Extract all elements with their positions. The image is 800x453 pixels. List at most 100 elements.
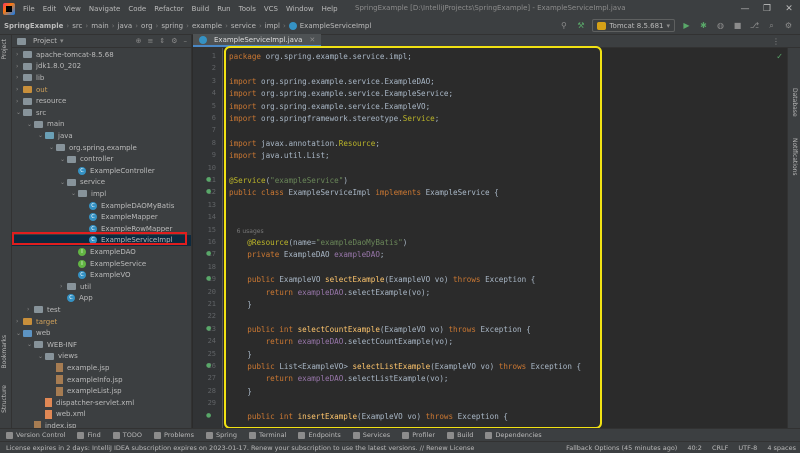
tree-item[interactable]: ⌄ web	[12, 327, 191, 339]
menu-item-navigate[interactable]: Navigate	[89, 5, 120, 13]
menu-item-edit[interactable]: Edit	[43, 5, 57, 13]
tree-item[interactable]: index.jsp	[12, 420, 191, 428]
breadcrumb-item[interactable]: service	[231, 22, 256, 30]
collapsed-arrow-icon[interactable]: ›	[16, 51, 23, 58]
structure-tool-tab[interactable]: Structure	[1, 385, 8, 413]
tree-item[interactable]: I ExampleDAO	[12, 246, 191, 258]
gutter-bean-icon[interactable]: ●	[206, 412, 211, 419]
tree-item[interactable]: example.jsp	[12, 362, 191, 374]
expanded-arrow-icon[interactable]: ⌄	[38, 132, 45, 139]
tool-window-build[interactable]: Build	[447, 431, 473, 439]
tree-item[interactable]: exampleInfo.jsp	[12, 374, 191, 386]
run-config-selector[interactable]: Tomcat 8.5.681 ▾	[592, 19, 675, 32]
menu-item-window[interactable]: Window	[286, 5, 314, 13]
file-encoding[interactable]: UTF-8	[738, 444, 757, 452]
tree-item[interactable]: › util	[12, 281, 191, 293]
bookmarks-tool-tab[interactable]: Bookmarks	[1, 335, 8, 369]
breadcrumb-item[interactable]: org	[141, 22, 152, 30]
tree-item[interactable]: ⌄ org.spring.example	[12, 142, 191, 154]
database-tool-tab[interactable]: Database	[791, 88, 798, 117]
search-icon[interactable]: ⌕	[766, 20, 777, 31]
breadcrumb-item[interactable]: ExampleServiceImpl	[300, 22, 372, 30]
collapsed-arrow-icon[interactable]: ›	[16, 98, 23, 105]
breadcrumb-item[interactable]: java	[118, 22, 133, 30]
tree-item[interactable]: ⌄ controller	[12, 153, 191, 165]
more-tabs-icon[interactable]: ⋮	[772, 37, 780, 46]
tree-item[interactable]: dispatcher-servlet.xml	[12, 397, 191, 409]
indent-setting[interactable]: 4 spaces	[767, 444, 796, 452]
breadcrumb-item[interactable]: spring	[161, 22, 183, 30]
gutter-bean-icon[interactable]: ●	[206, 325, 211, 332]
expand-icon[interactable]: ⇕	[159, 37, 165, 45]
gutter-bean-icon[interactable]: ●	[206, 176, 211, 183]
expanded-arrow-icon[interactable]: ⌄	[71, 190, 78, 197]
maximize-button[interactable]: ❐	[756, 0, 778, 17]
tree-item[interactable]: ⌄ impl	[12, 188, 191, 200]
tree-item[interactable]: › out	[12, 84, 191, 96]
tree-item[interactable]: ⌄ views	[12, 351, 191, 363]
menu-item-code[interactable]: Code	[128, 5, 146, 13]
menu-item-view[interactable]: View	[64, 5, 81, 13]
notifications-tool-tab[interactable]: Notifications	[791, 138, 798, 176]
tool-window-find[interactable]: Find	[77, 431, 101, 439]
tree-item[interactable]: C ExampleMapper	[12, 211, 191, 223]
add-user-icon[interactable]: ⚲	[558, 20, 569, 31]
breadcrumb-item[interactable]: example	[192, 22, 222, 30]
stop-icon[interactable]: ■	[732, 20, 743, 31]
coverage-icon[interactable]: ◍	[715, 20, 726, 31]
tree-item[interactable]: ⌄ main	[12, 119, 191, 131]
expanded-arrow-icon[interactable]: ⌄	[27, 341, 34, 348]
gutter-bean-icon[interactable]: ●	[206, 275, 211, 282]
menu-item-help[interactable]: Help	[322, 5, 338, 13]
build-hammer-icon[interactable]: ⚒	[575, 20, 586, 31]
minimize-button[interactable]: —	[734, 0, 756, 17]
tree-item[interactable]: C ExampleRowMapper	[12, 223, 191, 235]
close-tab-icon[interactable]: ✕	[309, 36, 315, 44]
caret-position[interactable]: 40:2	[687, 444, 702, 452]
collapsed-arrow-icon[interactable]: ›	[16, 86, 23, 93]
tree-item[interactable]: ⌄ src	[12, 107, 191, 119]
close-window-button[interactable]: ✕	[778, 0, 800, 17]
expanded-arrow-icon[interactable]: ⌄	[49, 144, 56, 151]
collapsed-arrow-icon[interactable]: ›	[27, 306, 34, 313]
tool-window-endpoints[interactable]: Endpoints	[298, 431, 341, 439]
expanded-arrow-icon[interactable]: ⌄	[38, 353, 45, 360]
tool-window-problems[interactable]: Problems	[154, 431, 194, 439]
vcs-icon[interactable]: ⎇	[749, 20, 760, 31]
expanded-arrow-icon[interactable]: ⌄	[27, 121, 34, 128]
menu-item-build[interactable]: Build	[192, 5, 210, 13]
collapsed-arrow-icon[interactable]: ›	[16, 74, 23, 81]
tree-item[interactable]: C ExampleController	[12, 165, 191, 177]
tree-item[interactable]: › apache-tomcat-8.5.68	[12, 49, 191, 61]
gutter-bean-icon[interactable]: ●	[206, 188, 211, 195]
tree-item[interactable]: C App	[12, 293, 191, 305]
breadcrumb-item[interactable]: main	[91, 22, 109, 30]
expanded-arrow-icon[interactable]: ⌄	[60, 179, 67, 186]
tool-window-terminal[interactable]: Terminal	[248, 431, 286, 439]
fallback-options[interactable]: Fallback Options (45 minutes ago)	[566, 444, 677, 452]
tree-item[interactable]: ⌄ java	[12, 130, 191, 142]
collapse-icon[interactable]: ≡	[147, 37, 153, 45]
gutter-bean-icon[interactable]: ●	[206, 362, 211, 369]
tree-item[interactable]: › target	[12, 316, 191, 328]
project-panel-title[interactable]: Project	[33, 37, 57, 45]
tool-window-version-control[interactable]: Version Control	[6, 431, 65, 439]
tree-item[interactable]: web.xml	[12, 409, 191, 421]
run-icon[interactable]: ▶	[681, 20, 692, 31]
tree-item[interactable]: C ExampleVO	[12, 269, 191, 281]
tree-item[interactable]: › lib	[12, 72, 191, 84]
tree-item[interactable]: I ExampleService	[12, 258, 191, 270]
gear-icon[interactable]: ⚙	[171, 37, 177, 45]
locate-icon[interactable]: ⊕	[136, 37, 142, 45]
breadcrumb-item[interactable]: impl	[265, 22, 280, 30]
tree-item[interactable]: C ExampleServiceImpl	[12, 234, 191, 247]
collapsed-arrow-icon[interactable]: ›	[16, 63, 23, 70]
menu-item-vcs[interactable]: VCS	[264, 5, 278, 13]
settings-icon[interactable]: ⚙	[783, 20, 794, 31]
menu-item-file[interactable]: File	[23, 5, 35, 13]
inspection-ok-icon[interactable]: ✓	[776, 52, 783, 61]
tree-item[interactable]: › test	[12, 304, 191, 316]
menu-item-run[interactable]: Run	[217, 5, 230, 13]
collapsed-arrow-icon[interactable]: ›	[16, 318, 23, 325]
tool-window-dependencies[interactable]: Dependencies	[485, 431, 542, 439]
